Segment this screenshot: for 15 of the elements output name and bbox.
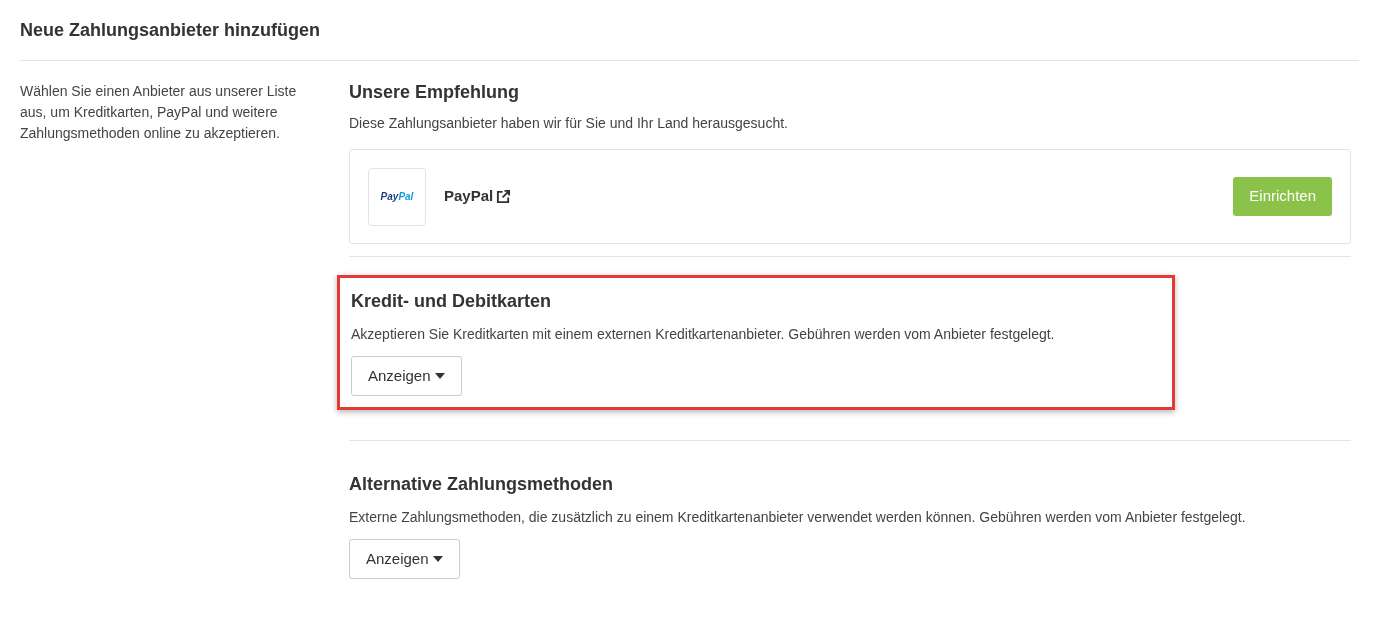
page-title: Neue Zahlungsanbieter hinzufügen [20,19,321,42]
section-description: Externe Zahlungsmethoden, die zusätzlich zu einem Kreditkartenanbieter verwendet werden können. Gebühren werden vom Anbieter festgelegt. [349,508,1247,527]
intro-text: Wählen Sie einen Anbieter aus unserer Liste aus, um Kreditkarten, PayPal und weitere Zahlungsmethoden online zu akzeptieren. [20,82,298,143]
show-button[interactable]: Anzeigen [351,356,462,396]
section-description: Diese Zahlungsanbieter haben wir für Sie und Ihr Land herausgesucht. [349,114,789,133]
external-link-icon [496,189,512,204]
provider-link[interactable]: PayPal [444,185,512,208]
section-description: Akzeptieren Sie Kreditkarten mit einem externen Kreditkartenanbieter. Gebühren werden vom Anbieter festgelegt. [351,325,1056,344]
caret-icon [434,373,445,379]
section-title: Unsere Empfehlung [349,81,521,103]
section-title: Kredit- und Debitkarten [351,290,552,312]
show-button[interactable]: Anzeigen [349,539,460,579]
caret-icon [432,556,443,562]
section-title: Alternative Zahlungsmethoden [349,473,615,495]
paypal-logo: PayPal [368,167,426,226]
